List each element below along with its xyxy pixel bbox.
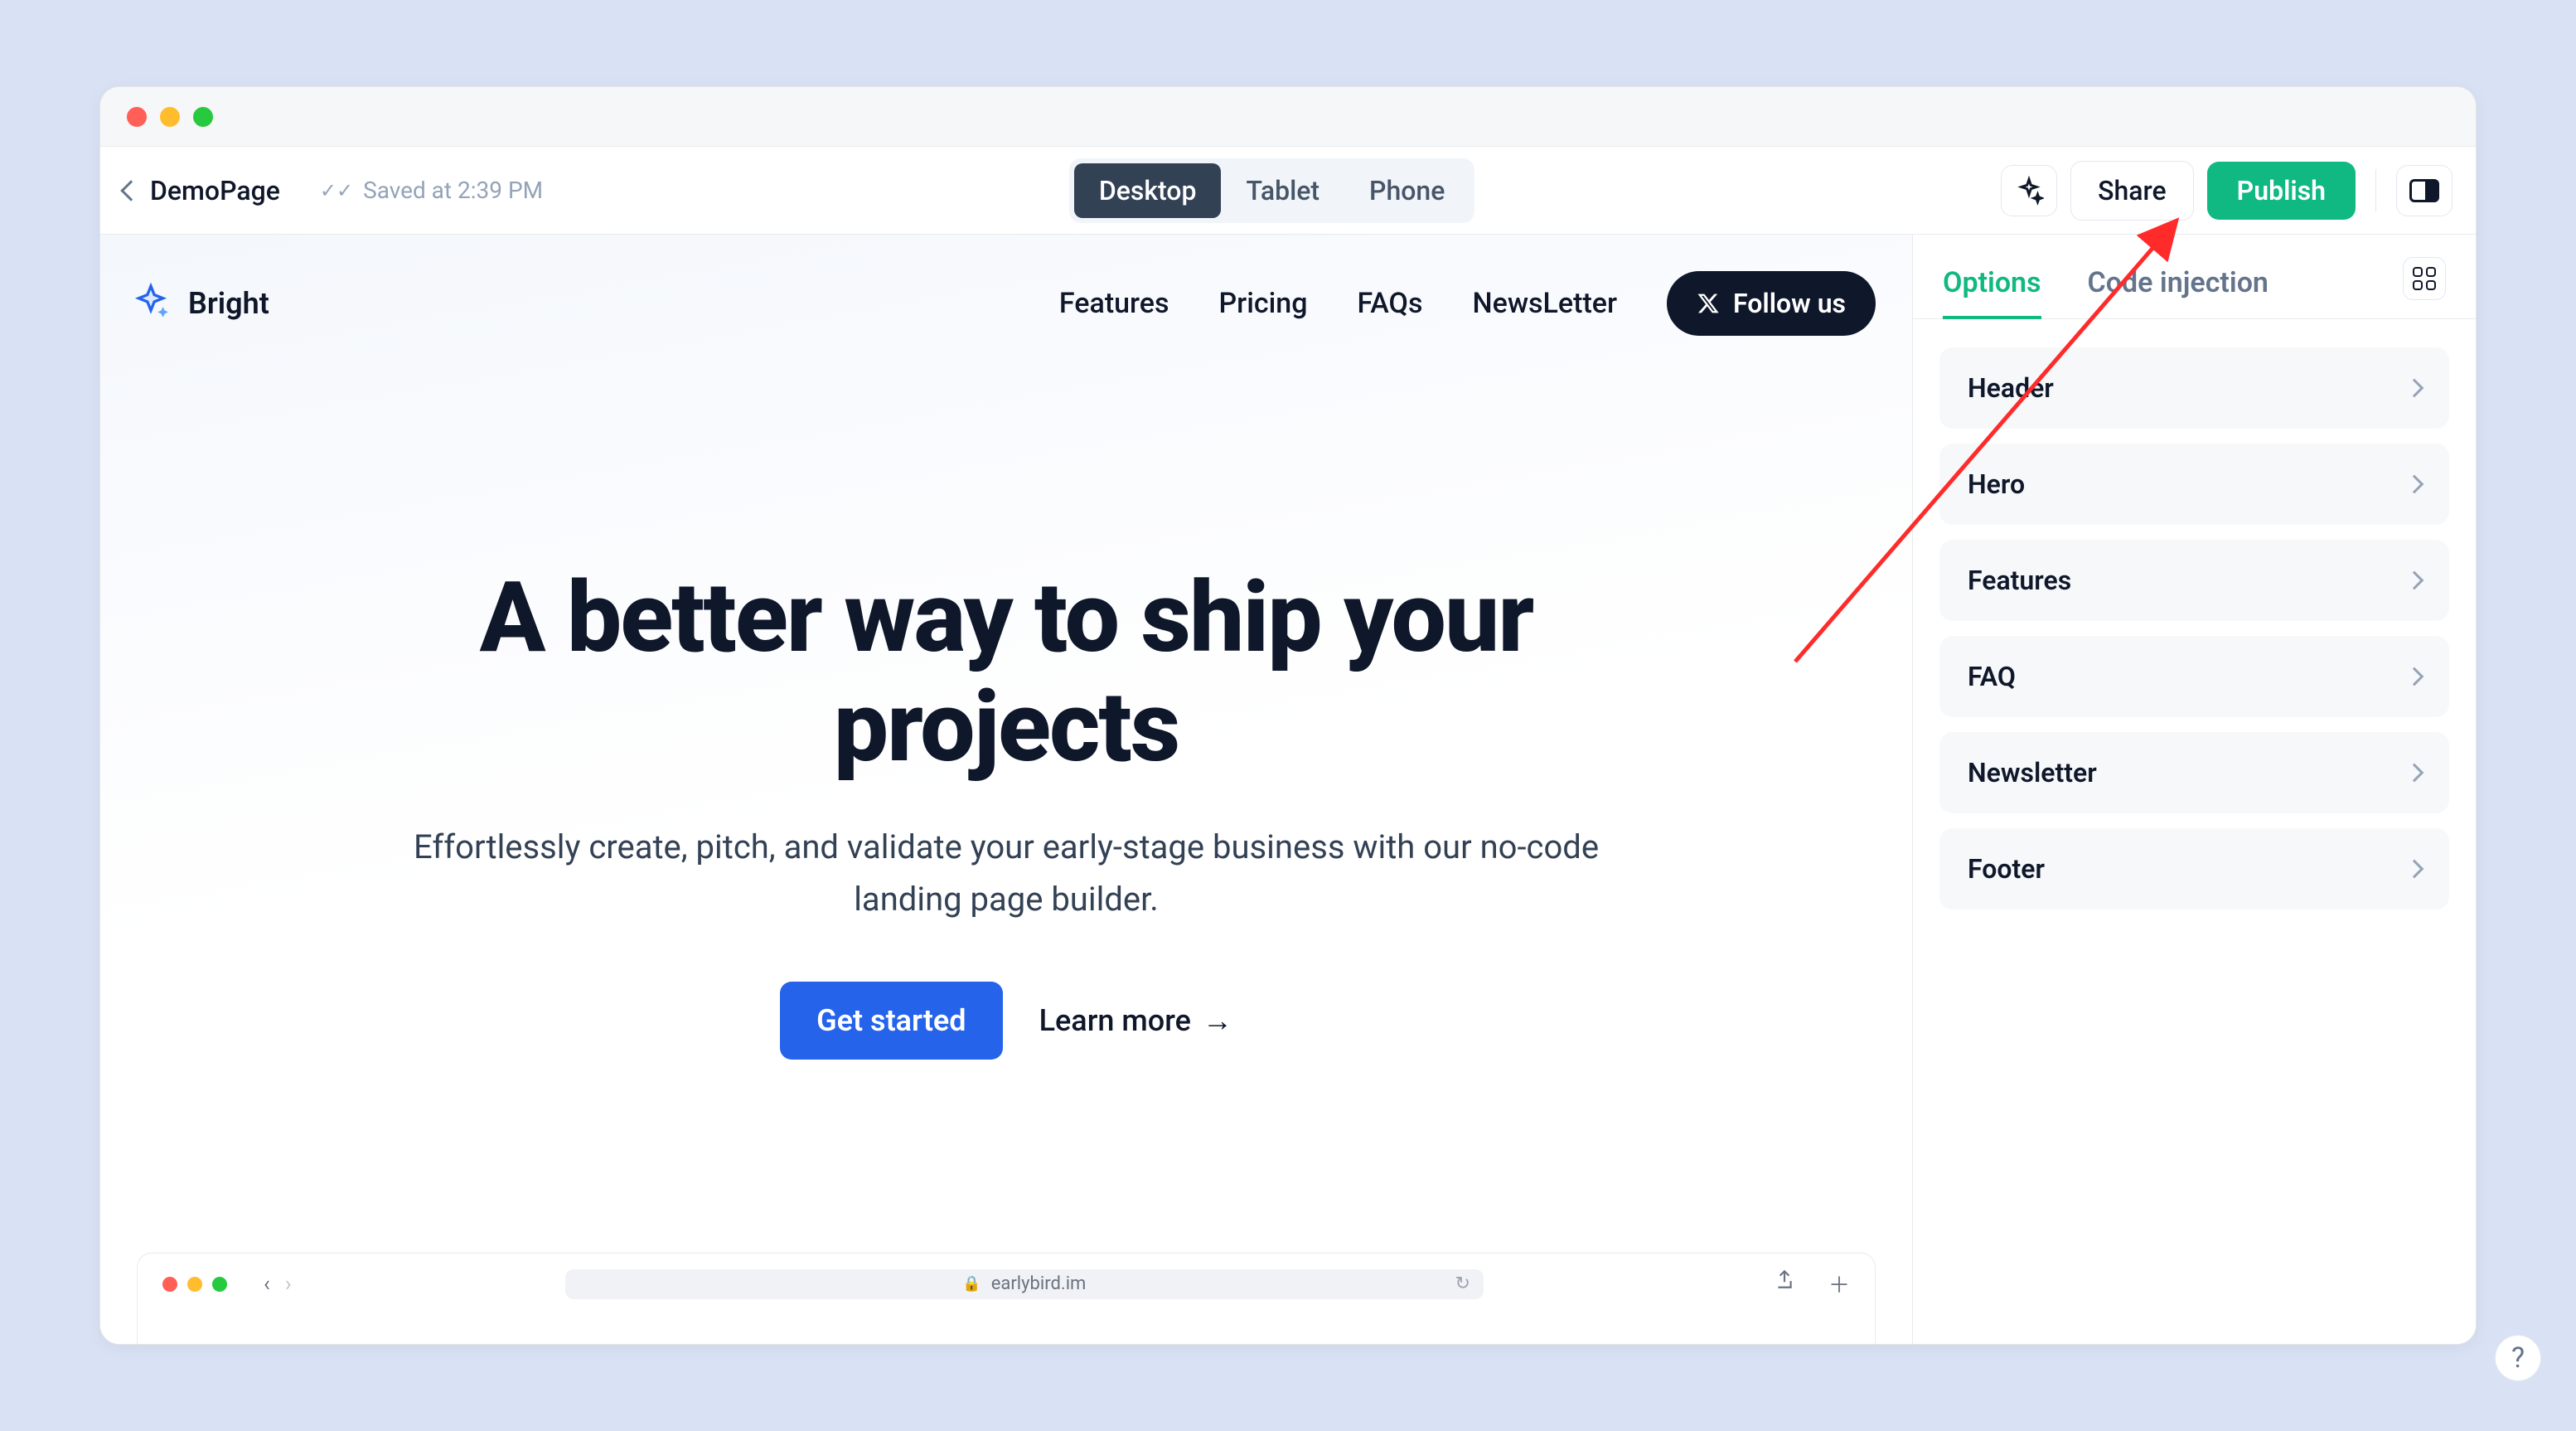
- mock-nav-arrows: ‹ ›: [264, 1272, 292, 1297]
- page-name: DemoPage: [150, 175, 280, 206]
- cta-learn-more[interactable]: Learn more →: [1039, 1003, 1232, 1038]
- back-button[interactable]: DemoPage: [123, 175, 280, 206]
- share-button[interactable]: Share: [2070, 161, 2194, 221]
- hero-headline: A better way to ship your projects: [374, 563, 1639, 782]
- chevron-right-icon: ›: [285, 1272, 292, 1297]
- app-window: DemoPage ✓✓ Saved at 2:39 PM Desktop Tab…: [99, 86, 2477, 1345]
- device-desktop[interactable]: Desktop: [1074, 163, 1222, 218]
- nav-links: Features Pricing FAQs NewsLetter Follow …: [1059, 271, 1876, 336]
- sidebar-tabs: Options Code injection: [1913, 235, 2476, 319]
- cta-get-started[interactable]: Get started: [780, 982, 1002, 1060]
- device-tablet[interactable]: Tablet: [1221, 163, 1344, 218]
- nav-pricing[interactable]: Pricing: [1218, 287, 1307, 320]
- maximize-window-icon[interactable]: [193, 107, 213, 127]
- chevron-right-icon: [2405, 475, 2424, 494]
- chevron-right-icon: [2405, 764, 2424, 783]
- hero-subhead: Effortlessly create, pitch, and validate…: [374, 822, 1639, 925]
- saved-status: ✓✓ Saved at 2:39 PM: [320, 177, 543, 204]
- sidebar-item-header[interactable]: Header: [1939, 347, 2449, 429]
- follow-button[interactable]: Follow us: [1667, 271, 1876, 336]
- blocks-grid-button[interactable]: [2403, 257, 2446, 300]
- plus-icon: ＋: [1828, 1268, 1850, 1299]
- panel-icon: [2409, 179, 2439, 202]
- toolbar: DemoPage ✓✓ Saved at 2:39 PM Desktop Tab…: [100, 147, 2476, 235]
- maximize-icon: [212, 1277, 227, 1292]
- device-toggle: Desktop Tablet Phone: [1069, 158, 1475, 223]
- titlebar: [100, 87, 2476, 147]
- chevron-right-icon: [2405, 667, 2424, 686]
- tab-options[interactable]: Options: [1943, 250, 2041, 319]
- device-phone[interactable]: Phone: [1344, 163, 1470, 218]
- chevron-right-icon: [2405, 571, 2424, 590]
- site-nav: Bright Features Pricing FAQs NewsLetter …: [100, 235, 1912, 372]
- canvas: Bright Features Pricing FAQs NewsLetter …: [100, 235, 1912, 1344]
- mock-traffic-lights: [162, 1277, 227, 1292]
- mock-browser-preview: ‹ › 🔒 earlybird.im ↻ ＋: [137, 1253, 1876, 1344]
- share-up-icon: [1774, 1268, 1795, 1290]
- brand-name: Bright: [188, 286, 269, 321]
- sidebar-item-newsletter[interactable]: Newsletter: [1939, 732, 2449, 813]
- close-icon: [162, 1277, 177, 1292]
- chevron-left-icon: ‹: [264, 1272, 270, 1297]
- sidebar-items: Header Hero Features FAQ Newsletter: [1913, 319, 2476, 938]
- sidebar: Options Code injection Header Hero Featu…: [1912, 235, 2476, 1344]
- publish-button[interactable]: Publish: [2207, 162, 2356, 220]
- brand[interactable]: Bright: [130, 283, 269, 324]
- nav-newsletter[interactable]: NewsLetter: [1472, 287, 1617, 320]
- arrow-right-icon: →: [1203, 1006, 1232, 1036]
- minimize-icon: [187, 1277, 202, 1292]
- chevron-right-icon: [2405, 860, 2424, 879]
- ai-sparkle-button[interactable]: [2001, 165, 2057, 216]
- sidebar-item-faq[interactable]: FAQ: [1939, 636, 2449, 717]
- grid-icon: [2413, 267, 2436, 290]
- mock-toolbar-icons: ＋: [1774, 1268, 1850, 1299]
- divider: [2375, 169, 2376, 212]
- hero-section: A better way to ship your projects Effor…: [100, 372, 1912, 1060]
- panel-toggle-button[interactable]: [2396, 165, 2453, 216]
- hero-cta: Get started Learn more →: [374, 982, 1639, 1060]
- mock-url-bar: 🔒 earlybird.im ↻: [565, 1269, 1484, 1299]
- sidebar-item-hero[interactable]: Hero: [1939, 444, 2449, 525]
- minimize-window-icon[interactable]: [160, 107, 180, 127]
- close-window-icon[interactable]: [127, 107, 147, 127]
- nav-faqs[interactable]: FAQs: [1357, 287, 1422, 320]
- sidebar-item-features[interactable]: Features: [1939, 540, 2449, 621]
- nav-features[interactable]: Features: [1059, 287, 1169, 320]
- x-logo-icon: [1697, 292, 1720, 315]
- sparkle-icon: [2014, 176, 2044, 206]
- traffic-lights: [127, 107, 213, 127]
- reload-icon: ↻: [1455, 1273, 1470, 1294]
- lock-icon: 🔒: [962, 1275, 981, 1293]
- checkmarks-icon: ✓✓: [320, 179, 353, 202]
- chevron-right-icon: [2405, 379, 2424, 398]
- content-area: Bright Features Pricing FAQs NewsLetter …: [100, 235, 2476, 1344]
- sidebar-item-footer[interactable]: Footer: [1939, 828, 2449, 910]
- brand-logo-icon: [130, 283, 172, 324]
- chevron-left-icon: [120, 180, 141, 201]
- tab-code-injection[interactable]: Code injection: [2088, 250, 2269, 318]
